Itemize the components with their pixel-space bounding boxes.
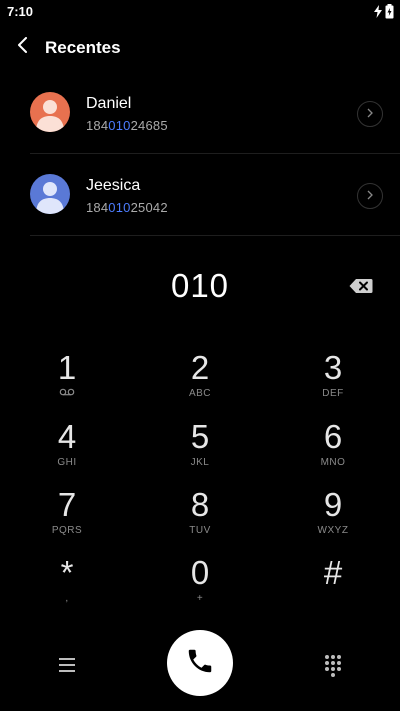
key-2[interactable]: 2 ABC: [150, 350, 250, 418]
avatar: [30, 174, 70, 214]
voicemail-icon: [17, 388, 117, 400]
contact-details-button[interactable]: [357, 183, 383, 209]
backspace-button[interactable]: [348, 276, 374, 296]
battery-icon: [385, 4, 394, 24]
key-star[interactable]: * ,: [17, 555, 117, 623]
recents-list: Daniel 18401024685 Jeesica 18401025042: [0, 72, 400, 236]
key-letters: ABC: [188, 388, 212, 399]
number-match: 010: [108, 200, 131, 215]
key-9[interactable]: 9 WXYZ: [283, 487, 383, 555]
key-8[interactable]: 8 TUV: [150, 487, 250, 555]
contact-row-jeesica[interactable]: Jeesica 18401025042: [0, 154, 400, 236]
dialpad-icon: [321, 655, 345, 681]
key-digit: 0: [190, 554, 210, 591]
menu-icon: [55, 658, 79, 681]
call-button[interactable]: [167, 630, 233, 696]
key-letters: ,: [65, 593, 69, 604]
back-button[interactable]: [10, 34, 36, 60]
phone-icon: [185, 646, 215, 681]
contact-number: 18401024685: [86, 118, 168, 133]
key-digit: 5: [190, 418, 210, 455]
chevron-right-icon: [367, 187, 373, 205]
key-letters: TUV: [189, 525, 211, 536]
chevron-right-icon: [367, 105, 373, 123]
key-digit: 1: [57, 349, 77, 386]
page-title: Recentes: [45, 38, 121, 57]
key-digit: 4: [57, 418, 77, 455]
bottom-bar: [0, 630, 400, 700]
key-letters: JKL: [190, 457, 210, 468]
key-letters: PQRS: [51, 525, 83, 536]
contact-number: 18401025042: [86, 200, 168, 215]
avatar: [30, 92, 70, 132]
key-1[interactable]: 1: [17, 350, 117, 418]
key-5[interactable]: 5 JKL: [150, 419, 250, 487]
dialed-number: 010: [170, 267, 230, 304]
key-digit: 8: [190, 486, 210, 523]
key-letters: [283, 593, 383, 605]
key-digit: *: [60, 554, 74, 591]
status-bar: 7:10: [0, 0, 400, 24]
header: Recentes: [0, 24, 400, 72]
key-digit: 3: [323, 349, 343, 386]
dialpad-toggle-button[interactable]: [321, 653, 345, 677]
key-digit: 7: [57, 486, 77, 523]
chevron-left-icon: [17, 36, 29, 58]
key-letters: DEF: [322, 388, 344, 399]
key-4[interactable]: 4 GHI: [17, 419, 117, 487]
key-6[interactable]: 6 MNO: [283, 419, 383, 487]
key-hash[interactable]: #: [283, 555, 383, 623]
key-digit: 2: [190, 349, 210, 386]
key-0[interactable]: 0 +: [150, 555, 250, 623]
divider: [30, 235, 400, 236]
contact-row-daniel[interactable]: Daniel 18401024685: [0, 72, 400, 154]
dial-display: 010: [0, 260, 400, 312]
backspace-icon: [348, 279, 374, 300]
key-letters: WXYZ: [317, 525, 349, 536]
status-time: 7:10: [7, 4, 34, 19]
contact-name: Jeesica: [86, 177, 141, 194]
number-match: 010: [108, 118, 131, 133]
key-3[interactable]: 3 DEF: [283, 350, 383, 418]
key-letters: +: [196, 593, 204, 604]
key-digit: 9: [323, 486, 343, 523]
contact-name: Daniel: [86, 95, 132, 112]
key-7[interactable]: 7 PQRS: [17, 487, 117, 555]
key-letters: GHI: [57, 457, 77, 468]
menu-button[interactable]: [55, 653, 79, 677]
charging-icon: [374, 5, 382, 23]
key-letters: MNO: [320, 457, 346, 468]
key-digit: #: [323, 554, 343, 591]
key-digit: 6: [323, 418, 343, 455]
status-icons: [374, 4, 394, 24]
contact-details-button[interactable]: [357, 101, 383, 127]
